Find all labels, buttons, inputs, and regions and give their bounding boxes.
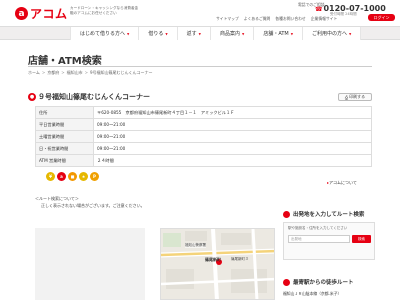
- atm-service-icon: ¥: [46, 172, 55, 181]
- atm-hours-value: ２４時間: [93, 154, 372, 167]
- route-search-button[interactable]: 検索: [352, 235, 371, 243]
- nearest-station-link[interactable]: 福知山ＪＲ山陰本線（京都-米子）: [283, 291, 341, 297]
- site-header: a アコム カードローン・キャッシングなら消費者金融のアコムにお任せください 電…: [0, 0, 400, 25]
- caret-down-icon: ▼: [242, 31, 245, 36]
- map-label-area: 篠尾新町: [205, 257, 221, 262]
- store-info-table: 住所 〒620-0855 京都府福知山市篠尾新町４丁目１－１ アミックビル１Ｆ …: [35, 106, 372, 167]
- origin-input[interactable]: 出発地: [288, 235, 350, 243]
- store-name: ９号福知山篠尾むじんくんコーナー: [38, 93, 150, 101]
- nearest-station-heading-text: 最寄駅からの徒歩ルート: [293, 280, 354, 286]
- acom-logo[interactable]: a アコム: [15, 5, 68, 22]
- store-pin-icon: ●: [28, 93, 36, 101]
- contract-service-icon: ★: [79, 172, 88, 181]
- map-graphic: [161, 229, 274, 299]
- caret-down-icon: ▼: [127, 31, 130, 36]
- nav-item-products-label: 商品案内: [219, 31, 240, 37]
- atm-hours-label: ATM 営業時間: [35, 154, 94, 167]
- store-map[interactable]: 福知山警察署 篠尾新町 篠尾新町３: [160, 228, 275, 300]
- nav-item-stores[interactable]: 店舗・ATM ▼: [254, 27, 304, 40]
- print-button[interactable]: ⎙ 印刷する: [338, 93, 372, 101]
- util-link-faq[interactable]: よくあるご質問: [244, 16, 271, 22]
- nav-item-stores-label: 店舗・ATM: [263, 31, 289, 37]
- header-tagline: カードローン・キャッシングなら消費者金融のアコムにお任せください: [70, 6, 139, 15]
- login-button[interactable]: ログイン: [368, 14, 395, 21]
- table-row: 日・祝営業時間 09:00～21:00: [35, 142, 372, 155]
- utility-links: サイトマップ よくあるご質問 各種お問い合わせ 企業情報サイト: [216, 16, 337, 22]
- acom-logo-mark: a: [15, 7, 28, 20]
- address-label: 住所: [35, 106, 94, 119]
- table-row: 土曜営業時間 09:00～21:00: [35, 130, 372, 143]
- title-divider: [28, 66, 372, 67]
- weekday-hours-label: 平日営業時間: [35, 118, 94, 131]
- acom-logo-text: アコム: [30, 7, 68, 21]
- route-search-heading-text: 出発地を入力してルート検索: [293, 212, 365, 218]
- route-search-heading: 出発地を入力してルート検索: [283, 210, 364, 218]
- table-row: 平日営業時間 09:00～21:00: [35, 118, 372, 131]
- nav-item-products[interactable]: 商品案内 ▼: [211, 27, 255, 40]
- map-margin: [35, 228, 145, 300]
- store-heading: ● ９号福知山篠尾むじんくんコーナー: [28, 92, 150, 102]
- route-search-panel: 出発地を入力してルート検索 駅や施設名・住所を入力してください 出発地 検索 最…: [283, 210, 378, 300]
- breadcrumb-separator: >: [84, 70, 88, 75]
- service-icons: ¥ a ■ ★ P: [46, 172, 99, 181]
- breadcrumb-home[interactable]: ホーム: [28, 70, 40, 76]
- caret-down-icon: ▼: [165, 31, 168, 36]
- nav-item-borrow-label: 借りる: [148, 31, 164, 37]
- breadcrumb-current: 9号福知山篠尾むじんくんコーナー: [89, 70, 153, 75]
- caret-down-icon: ▼: [349, 31, 352, 36]
- breadcrumb-separator: >: [61, 70, 65, 75]
- holiday-hours-label: 日・祝営業時間: [35, 142, 94, 155]
- saturday-hours-label: 土曜営業時間: [35, 130, 94, 143]
- nav-item-beginners[interactable]: はじめて借りる方へ ▼: [70, 27, 140, 40]
- pin-icon: [283, 278, 290, 286]
- nav-item-members[interactable]: ご利用中の方へ ▼: [303, 27, 362, 40]
- nav-items: はじめて借りる方へ ▼ 借りる ▼ 返す ▼ 商品案内 ▼ 店舗・ATM ▼ ご利用中の方…: [70, 27, 362, 40]
- route-search-caution: 正しく表示されない場合がございます。ご注意ください。: [41, 203, 145, 208]
- nav-item-repay-label: 返す: [186, 31, 197, 37]
- map-label-block: 篠尾新町３: [231, 257, 249, 261]
- route-search-box: 駅や施設名・住所を入力してください 出発地 検索: [283, 222, 375, 260]
- page-title: 店舗・ATM検索: [28, 56, 102, 67]
- parking-service-icon: P: [90, 172, 99, 181]
- util-link-contact[interactable]: 各種お問い合わせ: [275, 16, 305, 22]
- nav-item-members-label: ご利用中の方へ: [312, 31, 348, 37]
- about-acom-link[interactable]: ▸アコムについて: [327, 180, 357, 186]
- util-link-sitemap[interactable]: サイトマップ: [216, 16, 239, 22]
- caret-down-icon: ▼: [198, 31, 201, 36]
- about-acom-label: アコムについて: [329, 180, 357, 185]
- printer-icon: ⎙: [344, 94, 349, 100]
- holiday-hours-value: 09:00～21:00: [93, 142, 372, 155]
- freedial-icon: ☎: [315, 6, 323, 13]
- nav-item-repay[interactable]: 返す ▼: [178, 27, 211, 40]
- nav-item-beginners-label: はじめて借りる方へ: [80, 31, 126, 37]
- map-label-police: 福知山警察署: [185, 243, 206, 248]
- caret-down-icon: ▼: [290, 31, 294, 36]
- table-row: ATM 営業時間 ２４時間: [35, 154, 372, 167]
- weekday-hours-value: 09:00～21:00: [93, 118, 372, 131]
- route-search-hint: 駅や施設名・住所を入力してください: [288, 226, 348, 230]
- address-value: 〒620-0855 京都府福知山市篠尾新町４丁目１－１ アミックビル１Ｆ: [93, 106, 372, 119]
- breadcrumb: ホーム > 京都府 > 福知山市 > 9号福知山篠尾むじんくんコーナー: [28, 70, 153, 76]
- breadcrumb-prefecture[interactable]: 京都府: [47, 70, 59, 76]
- card-service-icon: ■: [68, 172, 77, 181]
- breadcrumb-separator: >: [41, 70, 46, 75]
- acom-service-icon: a: [57, 172, 66, 181]
- util-link-corporate[interactable]: 企業情報サイト: [311, 16, 338, 22]
- pin-icon: [283, 210, 290, 218]
- main-nav: はじめて借りる方へ ▼ 借りる ▼ 返す ▼ 商品案内 ▼ 店舗・ATM ▼ ご利用中の方…: [0, 26, 400, 40]
- breadcrumb-city[interactable]: 福知山市: [67, 70, 83, 76]
- print-button-label: 印刷する: [349, 94, 366, 99]
- saturday-hours-value: 09:00～21:00: [93, 130, 372, 143]
- nearest-station-heading: 最寄駅からの徒歩ルート: [283, 278, 354, 286]
- route-search-note: ＜ルート検索について＞: [35, 196, 79, 201]
- nav-item-borrow[interactable]: 借りる ▼: [139, 27, 178, 40]
- table-row: 住所 〒620-0855 京都府福知山市篠尾新町４丁目１－１ アミックビル１Ｆ: [35, 106, 372, 119]
